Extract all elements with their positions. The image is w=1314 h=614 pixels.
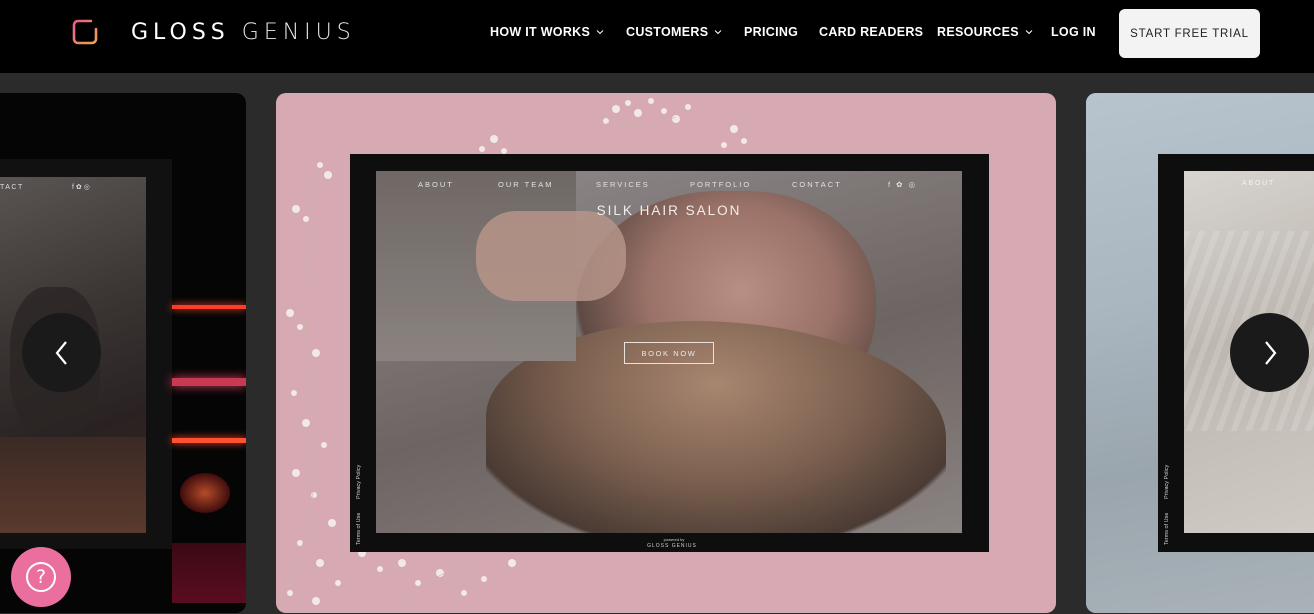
chevron-down-icon bbox=[714, 30, 722, 35]
neon-light bbox=[172, 543, 246, 603]
nav-label: CUSTOMERS bbox=[626, 25, 709, 39]
logo-text: GLOSS GENIUS bbox=[131, 20, 356, 45]
logo-text-genius: GENIUS bbox=[241, 19, 356, 45]
neon-light bbox=[172, 438, 246, 443]
site-title: SILK HAIR SALON bbox=[596, 203, 742, 218]
social-icons: f ✿ ◎ bbox=[72, 184, 90, 191]
neon-light bbox=[172, 378, 246, 386]
site-nav-about[interactable]: ABOUT bbox=[418, 180, 454, 189]
chevron-down-icon bbox=[596, 30, 604, 35]
nav-label: CARD READERS bbox=[819, 25, 924, 39]
privacy-policy-link[interactable]: Privacy Policy bbox=[1164, 465, 1170, 499]
nav-log-in[interactable]: LOG IN bbox=[1051, 25, 1096, 39]
top-navigation-bar: GLOSS GENIUS HOW IT WORKS CUSTOMERS PRIC… bbox=[0, 0, 1314, 73]
carousel-prev-button[interactable] bbox=[22, 313, 101, 392]
nav-resources[interactable]: RESOURCES bbox=[937, 25, 1033, 39]
chevron-right-icon bbox=[1264, 340, 1276, 365]
powered-by-logo: GLOSS GENIUS bbox=[647, 543, 697, 549]
social-icons[interactable]: f ✿ ◎ bbox=[888, 180, 917, 189]
nav-how-it-works[interactable]: HOW IT WORKS bbox=[490, 25, 604, 39]
question-icon: ? bbox=[26, 562, 56, 592]
nav-label: LOG IN bbox=[1051, 25, 1096, 39]
site-nav-contact[interactable]: CONTACT bbox=[792, 180, 842, 189]
photo-shape bbox=[0, 437, 146, 533]
logo-text-gloss: GLOSS bbox=[131, 19, 230, 45]
carousel-card-active[interactable]: ABOUT OUR TEAM SERVICES PORTFOLIO CONTAC… bbox=[276, 93, 1056, 613]
nav-pricing[interactable]: PRICING bbox=[744, 25, 798, 39]
book-now-button[interactable]: BOOK NOW bbox=[624, 342, 714, 364]
terms-of-use-link[interactable]: Terms of Use bbox=[1164, 513, 1170, 545]
nav-label: HOW IT WORKS bbox=[490, 25, 591, 39]
chevron-down-icon bbox=[1025, 30, 1033, 35]
logo[interactable]: GLOSS GENIUS bbox=[70, 17, 356, 47]
neon-light bbox=[172, 305, 246, 309]
site-nav-our-team[interactable]: OUR TEAM bbox=[498, 180, 553, 189]
carousel-next-button[interactable] bbox=[1230, 313, 1309, 392]
neon-glow bbox=[180, 473, 230, 513]
start-free-trial-button[interactable]: START FREE TRIAL bbox=[1119, 9, 1260, 58]
site-nav-portfolio[interactable]: PORTFOLIO bbox=[690, 180, 751, 189]
website-preview-screen: ABOUT OUR TEAM SERVICES PORTFOLIO CONTAC… bbox=[376, 171, 962, 533]
powered-by-label: powered by bbox=[663, 537, 685, 542]
help-button[interactable]: ? bbox=[11, 547, 71, 607]
site-nav-item: TACT bbox=[0, 184, 24, 191]
chevron-left-icon bbox=[55, 340, 67, 365]
nav-label: PRICING bbox=[744, 25, 799, 39]
site-nav-services[interactable]: SERVICES bbox=[596, 180, 650, 189]
nav-label: RESOURCES bbox=[937, 25, 1019, 39]
nav-card-readers[interactable]: CARD READERS bbox=[819, 25, 923, 39]
terms-of-use-link[interactable]: Terms of Use bbox=[356, 513, 362, 545]
site-nav-about[interactable]: ABOUT bbox=[1242, 180, 1275, 187]
logo-mark-icon bbox=[72, 19, 100, 45]
photo-shape bbox=[476, 211, 626, 301]
nav-customers[interactable]: CUSTOMERS bbox=[626, 25, 722, 39]
privacy-policy-link[interactable]: Privacy Policy bbox=[356, 465, 362, 499]
